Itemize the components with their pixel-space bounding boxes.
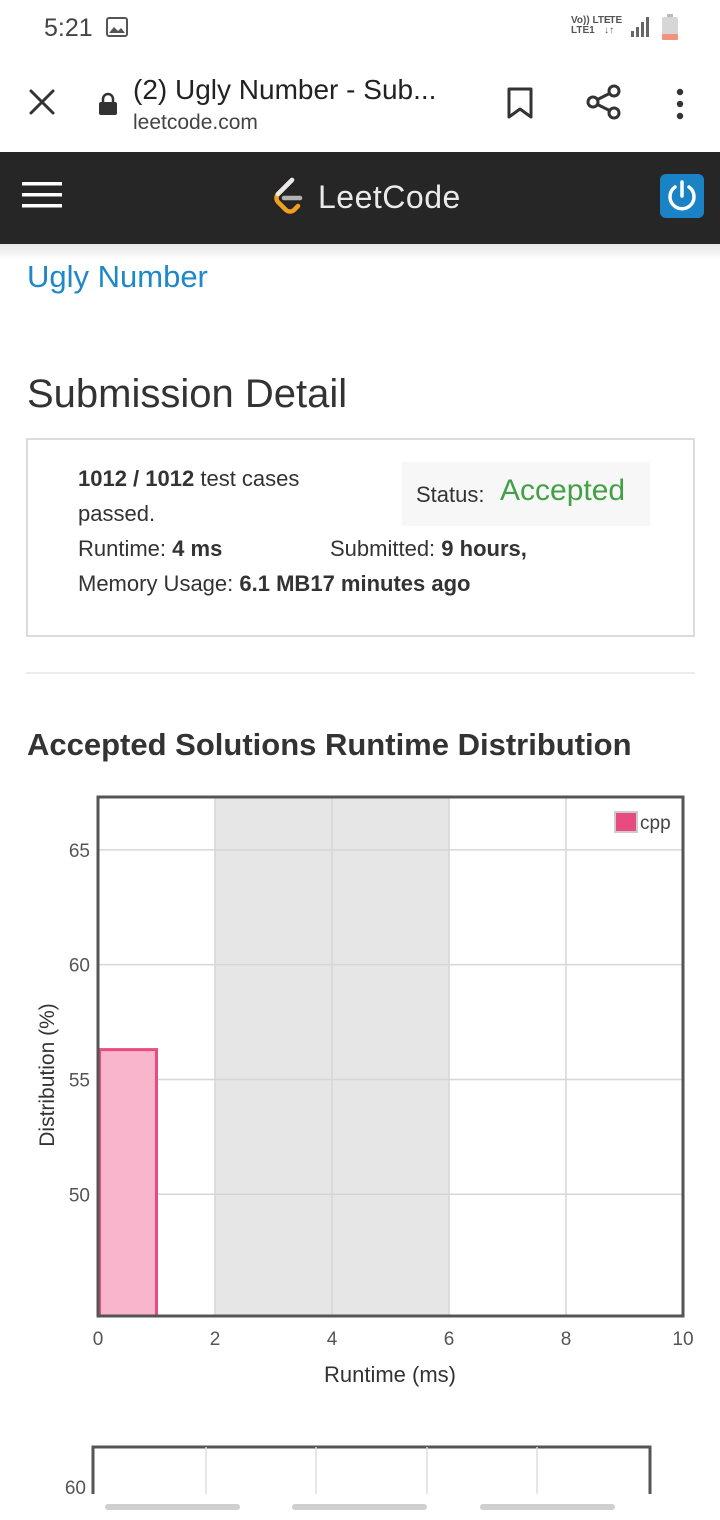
hamburger-menu-icon[interactable] <box>22 180 62 210</box>
status-bar: 5:21 Vo)) LTE LTE1 LTE ↓↑ <box>0 0 720 56</box>
x-tick-label: 0 <box>93 1329 104 1350</box>
test-cases-suffix: test cases <box>194 466 300 491</box>
network-indicator-2: LTE ↓↑ <box>604 16 622 36</box>
signal-icon <box>631 17 649 37</box>
network2-sublabel: ↓↑ <box>604 25 614 36</box>
tab-title[interactable]: (2) Ugly Number - Sub... <box>133 74 436 106</box>
nav-home-bar[interactable] <box>292 1504 427 1510</box>
nav-back-bar[interactable] <box>480 1504 615 1510</box>
battery-icon <box>662 14 678 40</box>
x-tick-label: 2 <box>210 1329 221 1350</box>
status-badge: Status: Accepted <box>402 462 650 526</box>
x-tick-label: 4 <box>327 1329 338 1350</box>
site-brand[interactable]: LeetCode <box>318 179 461 216</box>
legend-label: cpp <box>640 813 671 834</box>
more-options-icon[interactable] <box>670 86 690 122</box>
runtime-value: 4 ms <box>172 536 223 561</box>
submitted-label: Submitted: <box>330 536 436 561</box>
bookmark-icon[interactable] <box>506 86 534 120</box>
runtime-line: Runtime: 4 ms <box>78 536 222 562</box>
legend-swatch <box>614 811 638 833</box>
page-title: Submission Detail <box>27 372 348 416</box>
navbar-shadow <box>0 244 720 260</box>
chart2-frame <box>91 1445 652 1500</box>
test-cases-line: 1012 / 1012 test cases <box>78 466 299 492</box>
problem-link[interactable]: Ugly Number <box>27 259 208 295</box>
y-tick-label: 60 <box>69 956 90 977</box>
memory-label: Memory Usage: <box>78 571 234 596</box>
submission-detail-box: 1012 / 1012 test cases passed. Status: A… <box>26 438 695 637</box>
chart-legend[interactable]: cpp <box>614 811 671 834</box>
login-button[interactable] <box>660 174 704 218</box>
histogram-bar[interactable] <box>98 1048 158 1318</box>
url-display[interactable]: leetcode.com <box>133 111 258 135</box>
image-notification-icon <box>106 17 128 37</box>
runtime-distribution-chart[interactable]: 0 2 4 6 8 10 50 55 60 65 Runtime (ms) Distributio… <box>0 780 720 1420</box>
lock-icon <box>99 92 117 115</box>
test-cases-count: 1012 / 1012 <box>78 466 195 491</box>
y-tick-label: 65 <box>69 841 90 862</box>
submitted-value-continued: 17 minutes ago <box>310 571 471 596</box>
y-tick-label: 50 <box>69 1185 90 1206</box>
system-nav-bar <box>0 1494 720 1520</box>
x-tick-label: 8 <box>561 1329 572 1350</box>
distribution-title: Accepted Solutions Runtime Distribution <box>27 727 632 762</box>
status-value: Accepted <box>500 474 626 507</box>
memory-distribution-chart[interactable]: 60 <box>0 1440 720 1500</box>
y-tick-label: 55 <box>69 1070 90 1091</box>
status-time: 5:21 <box>44 14 93 42</box>
submitted-value: 9 hours, <box>441 536 527 561</box>
x-axis-label: Runtime (ms) <box>324 1362 456 1387</box>
submitted-line: Submitted: 9 hours, <box>330 536 527 562</box>
share-icon[interactable] <box>586 84 622 120</box>
memory-value: 6.1 MB <box>239 571 311 596</box>
memory-line: Memory Usage: 6.1 MB17 minutes ago <box>78 571 470 597</box>
browser-toolbar: (2) Ugly Number - Sub... leetcode.com <box>0 56 720 152</box>
status-label: Status: <box>416 482 485 507</box>
site-navbar: LeetCode <box>0 152 720 244</box>
section-divider <box>26 672 695 674</box>
x-tick-label: 10 <box>672 1329 693 1350</box>
runtime-label: Runtime: <box>78 536 167 561</box>
x-tick-label: 6 <box>444 1329 455 1350</box>
y-axis-label: Distribution (%) <box>36 1003 59 1147</box>
leetcode-logo-icon[interactable] <box>268 176 308 220</box>
test-cases-passed: passed. <box>78 501 156 526</box>
power-icon <box>668 180 696 211</box>
close-icon[interactable] <box>26 86 58 118</box>
nav-recent-bar[interactable] <box>105 1504 240 1510</box>
